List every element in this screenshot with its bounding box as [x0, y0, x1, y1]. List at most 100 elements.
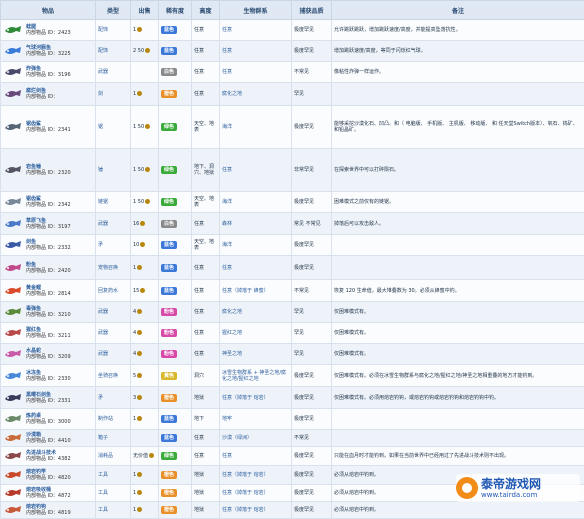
item-id: 内部物品 ID：2342 [26, 202, 71, 208]
item-price: 4 [131, 344, 159, 365]
coin-icon [145, 199, 150, 204]
item-note: 困难模式之前仅有的链锯。 [332, 192, 584, 213]
frog-leg-icon [3, 22, 23, 38]
item-note [332, 256, 584, 280]
coin-icon [145, 124, 150, 129]
price-value: 3 [133, 395, 136, 401]
table-row: 草原飞鱼内部物品 ID：3197武器16白色任意森林常见 不常见掉落后可以攻击敌… [1, 213, 584, 235]
table-row: 蛙腿内部物品 ID：2423配饰1蓝色任意任意极度罕见允许跳跃跳跃，增加跳跃速度… [1, 20, 584, 41]
item-type: 锤 [96, 149, 131, 192]
lava-rod-icon [3, 467, 23, 483]
price-value: 10 [133, 242, 139, 248]
table-row: 炼药桌内部物品 ID：3000制作站1蓝色地下地牢极度罕见 [1, 409, 584, 430]
obsidian-swordfish-icon [3, 390, 23, 406]
item-note: 仅困难模式有。必须用熔岩钓钩，或熔岩钓钩或熔岩钓钩和熔岩钓钩中钓。 [332, 387, 584, 409]
item-id: 内部物品 ID：4819 [26, 510, 71, 516]
item-rarity: 白色 [159, 62, 192, 83]
item-id: 内部物品 ID：2320 [26, 170, 71, 176]
table-row: 沙漠箱内部物品 ID：4410箱子蓝色任意沙漠（绿洲）不常见 [1, 430, 584, 447]
col-item: 物品 [1, 1, 96, 20]
rarity-badge: 白色 [161, 220, 177, 228]
item-rarity: 粉色 [159, 323, 192, 344]
item-rarity: 橙色 [159, 83, 192, 106]
watermark-title: 泰帝游戏网 [481, 478, 541, 491]
item-rarity: 蓝色 [159, 256, 192, 280]
price-value: 1 [133, 507, 136, 513]
rarity-badge: 橙色 [161, 90, 177, 98]
table-row: 先进战斗技术内部物品 ID：4382消耗品无价值绿色任意任意极度罕见只能在血月时… [1, 447, 584, 466]
coin-icon [140, 288, 145, 293]
rarity-badge: 黄色 [161, 372, 177, 380]
item-id: 内部物品 ID：3209 [26, 354, 71, 360]
coin-icon [145, 48, 150, 53]
rarity-badge: 粉色 [161, 329, 177, 337]
item-rarity: 蓝色 [159, 409, 192, 430]
item-height: 任意 [192, 447, 220, 466]
item-price: 4 [131, 323, 159, 344]
item-biome: 海洋 [220, 192, 292, 213]
item-quality: 极度罕见 [292, 387, 332, 409]
item-height: 任意 [192, 213, 220, 235]
item-height: 地狱 [192, 502, 220, 519]
lava-bucket-icon [3, 485, 23, 501]
item-quality: 极度罕见 [292, 192, 332, 213]
table-row: 黑曜石剑鱼内部物品 ID：2331矛3橙色地狱任意（掉落于 熔岩）极度罕见仅困难… [1, 387, 584, 409]
item-id: 内部物品 ID：2331 [26, 398, 71, 404]
item-biome: 任意 [220, 256, 292, 280]
item-price: 16 [131, 213, 159, 235]
price-value: 1 50 [133, 167, 144, 173]
coin-icon [137, 507, 142, 512]
item-note: 仅困难模式有。 [332, 302, 584, 323]
item-cell: 剑鱼内部物品 ID：2332 [1, 235, 96, 256]
item-price: 1 [131, 466, 159, 485]
item-price: 无价值 [131, 447, 159, 466]
item-height: 任意 [192, 256, 220, 280]
price-value: 4 [133, 309, 136, 315]
item-quality: 极度罕见 [292, 365, 332, 387]
item-price: 1 [131, 502, 159, 519]
rarity-badge: 粉色 [161, 308, 177, 316]
item-height: 天空、地表 [192, 235, 220, 256]
item-biome: 腐化之地 [220, 83, 292, 106]
table-row: 剑鱼内部物品 ID：2332矛10蓝色天空、地表海洋极度罕见 [1, 235, 584, 256]
col-biome: 生物群系 [220, 1, 292, 20]
item-cell: 草原飞鱼内部物品 ID：3197 [1, 213, 96, 235]
table-row: 熔岩钓钩内部物品 ID：4819工具1橙色地狱任意（掉落于 熔岩）极度罕见必须从… [1, 502, 584, 519]
price-value: 1 [133, 91, 136, 97]
item-cell: 熔岩吸收桶内部物品 ID：4872 [1, 485, 96, 502]
item-id: 内部物品 ID：3000 [26, 419, 71, 425]
item-quality: 常见 不常见 [292, 213, 332, 235]
item-rarity: 橙色 [159, 387, 192, 409]
item-quality: 不常见 [292, 62, 332, 83]
item-quality: 极度罕见 [292, 447, 332, 466]
item-price: 2 50 [131, 41, 159, 62]
item-note: 增加跳跃速度/高度，等同于闪烁红气球。 [332, 41, 584, 62]
rarity-badge: 蓝色 [161, 415, 177, 423]
item-price: 4 [131, 302, 159, 323]
item-height: 任意 [192, 20, 220, 41]
item-id: 内部物品 ID：2423 [26, 30, 71, 36]
item-id: 内部物品 ID：3196 [26, 72, 71, 78]
item-biome: 任意（掉落于 熔岩） [220, 387, 292, 409]
item-type: 武器 [96, 302, 131, 323]
item-quality: 罕见 [292, 83, 332, 106]
item-price: 1 50 [131, 149, 159, 192]
coin-icon [140, 242, 145, 247]
col-quality: 捕获品质 [292, 1, 332, 20]
rarity-badge: 蓝色 [161, 434, 177, 442]
item-quality: 极度罕见 [292, 485, 332, 502]
item-type: 配饰 [96, 41, 131, 62]
item-quality: 极度罕见 [292, 20, 332, 41]
price-value: 16 [133, 221, 139, 227]
item-id: 内部物品 ID：3211 [26, 333, 71, 339]
item-price [131, 62, 159, 83]
col-rarity: 稀有度 [159, 1, 192, 20]
col-notes: 备注 [332, 1, 584, 20]
price-value: 1 [133, 490, 136, 496]
item-id: 内部物品 ID：4410 [26, 438, 71, 444]
item-biome: 海洋 [220, 235, 292, 256]
item-id: 内部物品 ID：2420 [26, 268, 71, 274]
item-cell: 先进战斗技术内部物品 ID：4382 [1, 447, 96, 466]
price-value: 15 [133, 288, 139, 294]
item-height: 天空、地表 [192, 106, 220, 149]
